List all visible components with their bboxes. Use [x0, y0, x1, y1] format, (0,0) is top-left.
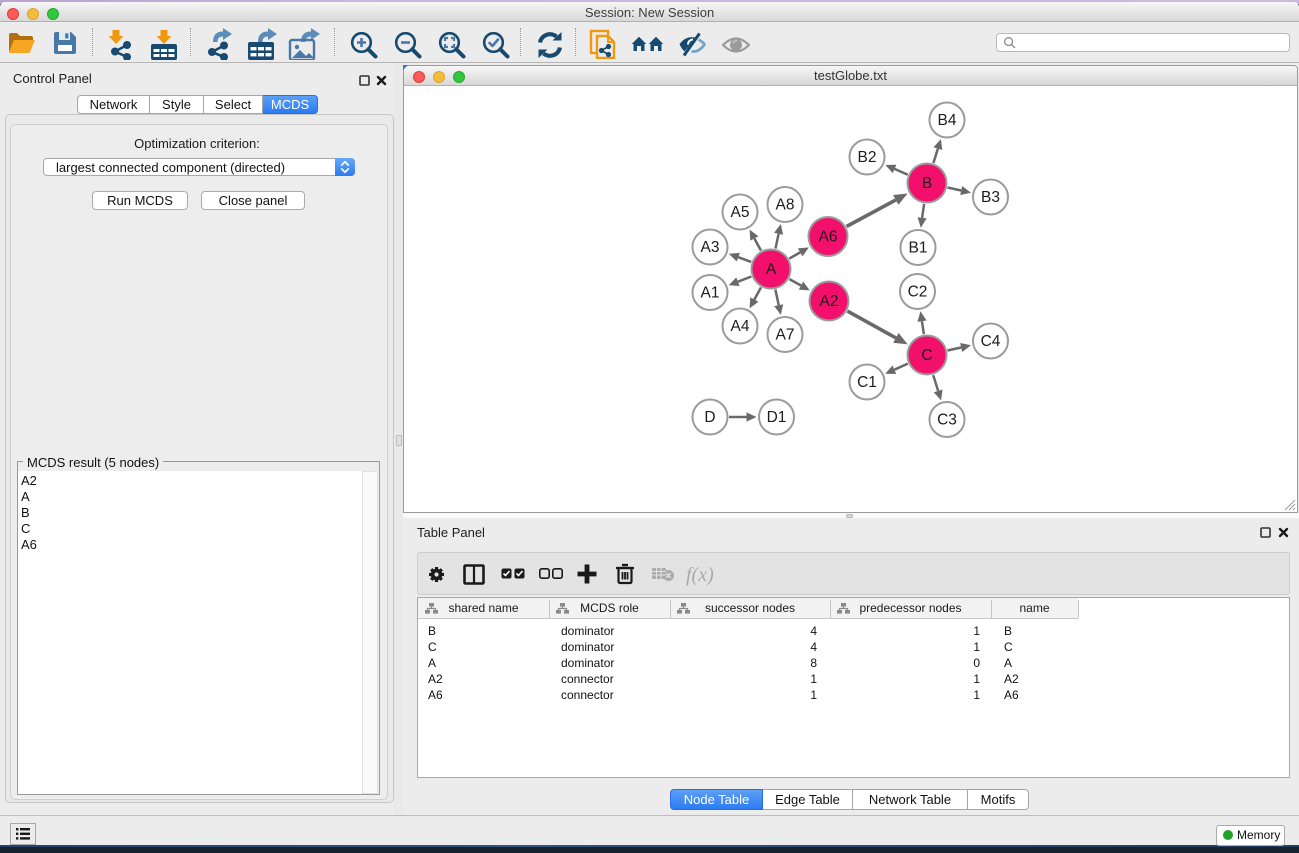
svg-text:B3: B3 — [981, 189, 1000, 206]
svg-text:A4: A4 — [731, 318, 750, 335]
svg-text:C1: C1 — [857, 374, 877, 391]
svg-text:C3: C3 — [937, 412, 957, 429]
svg-text:C2: C2 — [908, 284, 928, 301]
svg-text:B2: B2 — [858, 149, 877, 166]
svg-text:C: C — [921, 347, 932, 364]
svg-text:f(x): f(x) — [686, 564, 714, 586]
svg-text:A1: A1 — [701, 285, 720, 302]
svg-text:A3: A3 — [701, 239, 720, 256]
svg-text:A8: A8 — [776, 197, 795, 214]
svg-text:A6: A6 — [819, 229, 838, 246]
svg-text:D1: D1 — [767, 409, 787, 426]
svg-text:C4: C4 — [981, 333, 1001, 350]
svg-text:B1: B1 — [909, 240, 928, 257]
svg-text:A7: A7 — [776, 327, 795, 344]
svg-text:A: A — [766, 261, 777, 278]
svg-text:B: B — [922, 175, 932, 192]
svg-text:A5: A5 — [731, 204, 750, 221]
svg-text:D: D — [704, 409, 715, 426]
svg-text:A2: A2 — [820, 293, 839, 310]
svg-text:B4: B4 — [938, 112, 957, 129]
